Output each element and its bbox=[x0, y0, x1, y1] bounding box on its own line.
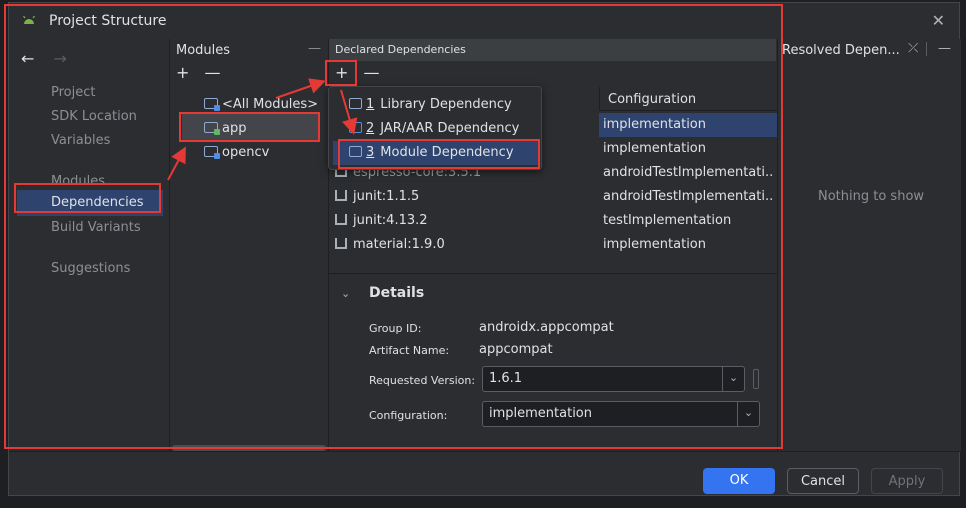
annotation-dependencies-box bbox=[14, 183, 161, 213]
apply-button[interactable]: Apply bbox=[871, 468, 943, 494]
collapse-all-icon[interactable]: ⤫ bbox=[908, 41, 918, 56]
ok-button[interactable]: OK bbox=[703, 468, 775, 494]
annotation-app-box bbox=[179, 112, 320, 142]
empty-state-text: Nothing to show bbox=[818, 189, 925, 204]
annotation-module-dependency-box bbox=[338, 139, 540, 169]
close-icon[interactable]: ✕ bbox=[932, 11, 945, 30]
divider bbox=[926, 42, 927, 56]
annotation-add-box bbox=[325, 60, 357, 86]
resolved-dependencies-header: Resolved Depen... ⤫ — bbox=[778, 39, 961, 61]
minimize-icon[interactable]: — bbox=[938, 41, 951, 56]
button-bar: OK Cancel Apply bbox=[9, 451, 961, 497]
resolved-title: Resolved Depen... bbox=[782, 43, 900, 58]
resolved-dependencies-panel: Resolved Depen... ⤫ — Nothing to show bbox=[777, 39, 961, 451]
cancel-button[interactable]: Cancel bbox=[787, 468, 859, 494]
annotation-dialog-box bbox=[4, 4, 783, 449]
